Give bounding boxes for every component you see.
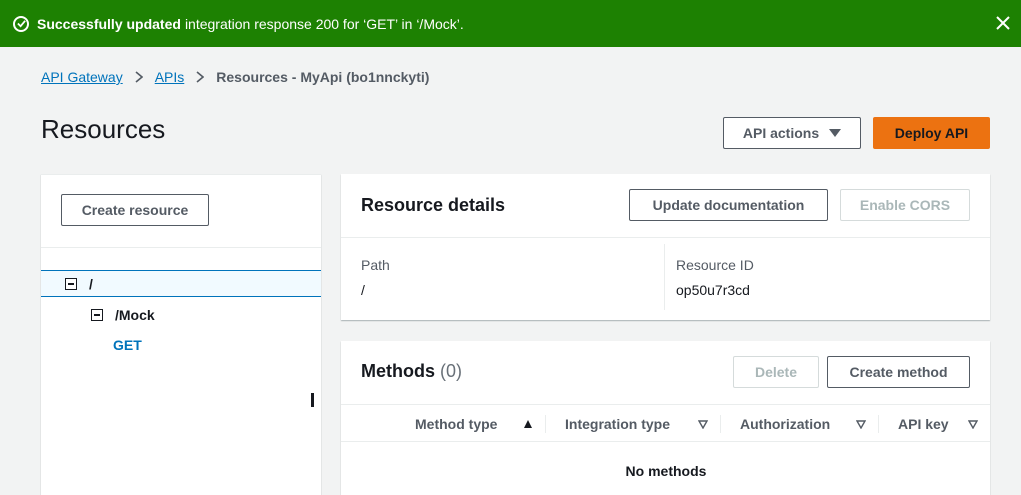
column-method-type[interactable]: Method type bbox=[395, 405, 545, 443]
methods-count: (0) bbox=[440, 361, 463, 381]
column-divider bbox=[664, 244, 665, 310]
methods-title-text: Methods bbox=[361, 361, 435, 381]
panel-resize-handle[interactable] bbox=[311, 393, 314, 407]
column-api-key[interactable]: API key bbox=[878, 405, 990, 443]
chevron-right-icon bbox=[196, 71, 205, 83]
column-label: Integration type bbox=[565, 416, 671, 432]
check-circle-icon bbox=[13, 15, 29, 32]
update-documentation-button[interactable]: Update documentation bbox=[629, 189, 828, 221]
create-resource-button[interactable]: Create resource bbox=[61, 194, 209, 226]
tree-node-label: /Mock bbox=[115, 307, 155, 323]
api-actions-button[interactable]: API actions bbox=[723, 117, 861, 149]
delete-method-button[interactable]: Delete bbox=[733, 356, 819, 388]
methods-title: Methods (0) bbox=[361, 361, 462, 382]
tree-divider bbox=[41, 247, 321, 248]
close-icon[interactable] bbox=[994, 14, 1012, 32]
breadcrumb-apis[interactable]: APIs bbox=[155, 69, 185, 85]
resource-details-title: Resource details bbox=[361, 195, 506, 215]
column-label: Authorization bbox=[740, 416, 831, 432]
enable-cors-button[interactable]: Enable CORS bbox=[840, 189, 970, 221]
sort-caret-down-icon[interactable] bbox=[698, 419, 708, 429]
breadcrumb-api-gateway[interactable]: API Gateway bbox=[41, 69, 123, 85]
column-authorization[interactable]: Authorization bbox=[720, 405, 878, 443]
tree-node-label: / bbox=[89, 275, 93, 292]
api-actions-label: API actions bbox=[742, 125, 820, 141]
column-integration-type[interactable]: Integration type bbox=[545, 405, 720, 443]
resource-id-value: op50u7r3cd bbox=[676, 282, 750, 298]
deploy-api-button[interactable]: Deploy API bbox=[873, 117, 990, 149]
resource-id-label: Resource ID bbox=[676, 257, 754, 273]
create-method-button[interactable]: Create method bbox=[827, 356, 970, 388]
resource-details-card: Resource details Update documentation En… bbox=[341, 174, 990, 320]
path-value: / bbox=[361, 282, 365, 298]
caret-down-icon bbox=[829, 129, 842, 137]
flash-bold-text: Successfully updated bbox=[37, 15, 181, 32]
column-label: Method type bbox=[415, 416, 498, 432]
flash-message: integration response 200 for ‘GET’ in ‘/… bbox=[184, 15, 464, 32]
resource-tree-panel: Create resource / /Mock GET bbox=[41, 174, 321, 495]
page-title: Resources bbox=[41, 114, 166, 144]
no-methods-message: No methods bbox=[625, 463, 707, 479]
methods-table-header: Method type Integration type Authorizati… bbox=[341, 404, 990, 442]
sort-ascending-icon[interactable] bbox=[523, 419, 533, 429]
sort-caret-down-icon[interactable] bbox=[968, 419, 978, 429]
chevron-right-icon bbox=[135, 71, 143, 83]
tree-node-root[interactable]: / bbox=[41, 270, 321, 297]
collapse-icon[interactable] bbox=[65, 277, 77, 290]
column-label: API key bbox=[898, 416, 949, 432]
path-label: Path bbox=[361, 257, 390, 273]
success-flash-banner: Successfully updated integration respons… bbox=[0, 0, 1021, 47]
breadcrumb: API Gateway APIs Resources - MyApi (bo1n… bbox=[41, 69, 429, 85]
sort-caret-down-icon[interactable] bbox=[856, 419, 866, 429]
card-divider bbox=[341, 237, 990, 238]
tree-node-get[interactable]: GET bbox=[113, 336, 142, 354]
collapse-icon[interactable] bbox=[91, 309, 103, 321]
tree-node-mock[interactable]: /Mock bbox=[91, 306, 155, 324]
methods-card: Methods (0) Delete Create method Method … bbox=[341, 341, 990, 495]
breadcrumb-current: Resources - MyApi (bo1nnckyti) bbox=[216, 69, 430, 85]
